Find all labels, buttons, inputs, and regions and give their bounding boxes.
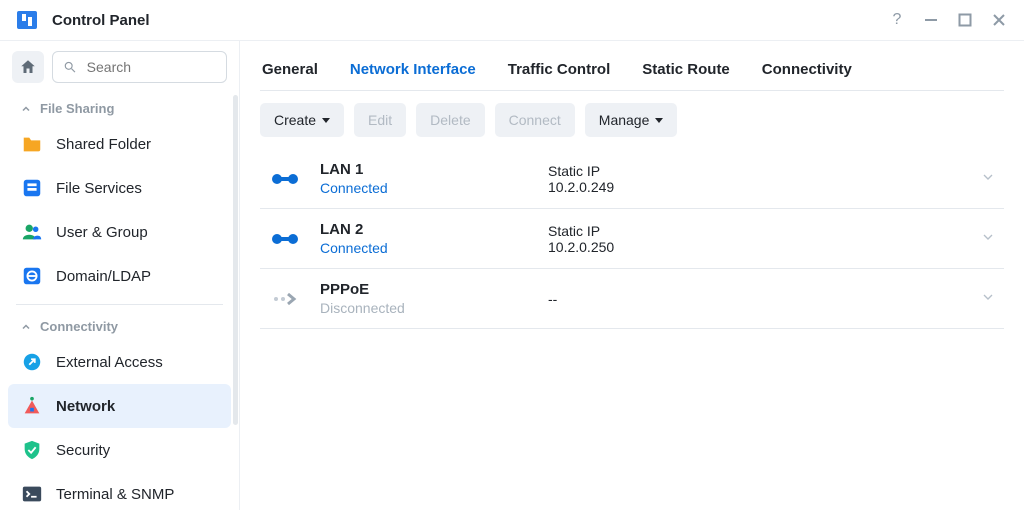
window-title: Control Panel <box>52 12 150 29</box>
home-icon <box>19 58 37 76</box>
interface-status: Connected <box>320 240 530 256</box>
interface-name: LAN 2 <box>320 221 530 238</box>
interface-status: Connected <box>320 180 530 196</box>
sidebar-item-label: User & Group <box>56 224 148 241</box>
titlebar: Control Panel ? <box>0 0 1024 40</box>
interface-status: Disconnected <box>320 300 530 316</box>
shield-icon <box>20 438 44 462</box>
edit-button[interactable]: Edit <box>354 103 406 137</box>
interface-ip: 10.2.0.249 <box>548 179 614 195</box>
sidebar-item-shared-folder[interactable]: Shared Folder <box>8 122 231 166</box>
external-access-icon <box>20 350 44 374</box>
minimize-icon[interactable] <box>920 9 942 31</box>
chevron-down-icon[interactable] <box>980 229 996 248</box>
button-label: Create <box>274 112 316 128</box>
interface-list: LAN 1 Connected Static IP 10.2.0.249 <box>260 149 1004 329</box>
main: General Network Interface Traffic Contro… <box>240 41 1024 510</box>
chevron-down-icon[interactable] <box>980 169 996 188</box>
home-button[interactable] <box>12 51 44 83</box>
interface-ip: 10.2.0.250 <box>548 239 614 255</box>
tab-traffic-control[interactable]: Traffic Control <box>506 55 613 90</box>
sidebar-item-label: Terminal & SNMP <box>56 486 174 503</box>
sidebar-item-label: Domain/LDAP <box>56 268 151 285</box>
sidebar-item-label: Security <box>56 442 110 459</box>
content: File Sharing Shared Folder File Services… <box>0 40 1024 510</box>
search-input[interactable] <box>85 58 216 76</box>
sidebar: File Sharing Shared Folder File Services… <box>0 41 240 510</box>
sidebar-item-external-access[interactable]: External Access <box>8 340 231 384</box>
interface-row[interactable]: LAN 2 Connected Static IP 10.2.0.250 <box>260 209 1004 269</box>
domain-icon <box>20 264 44 288</box>
sidebar-item-user-group[interactable]: User & Group <box>8 210 231 254</box>
interface-name: PPPoE <box>320 281 530 298</box>
sidebar-item-network[interactable]: Network <box>8 384 231 428</box>
interface-row[interactable]: PPPoE Disconnected -- <box>260 269 1004 329</box>
control-panel-icon <box>14 7 40 33</box>
caret-down-icon <box>655 118 663 123</box>
network-icon <box>20 394 44 418</box>
section-divider <box>16 304 223 305</box>
sidebar-item-label: External Access <box>56 354 163 371</box>
interface-type: Static IP <box>548 223 614 239</box>
toolbar: Create Edit Delete Connect Manage <box>260 91 1004 149</box>
tab-bar: General Network Interface Traffic Contro… <box>260 55 1004 91</box>
users-icon <box>20 220 44 244</box>
tab-static-route[interactable]: Static Route <box>640 55 732 90</box>
tab-network-interface[interactable]: Network Interface <box>348 55 478 90</box>
sidebar-item-label: File Services <box>56 180 142 197</box>
button-label: Edit <box>368 112 392 128</box>
search-field[interactable] <box>52 51 227 83</box>
sidebar-item-security[interactable]: Security <box>8 428 231 472</box>
maximize-icon[interactable] <box>954 9 976 31</box>
delete-button[interactable]: Delete <box>416 103 484 137</box>
sidebar-item-domain-ldap[interactable]: Domain/LDAP <box>8 254 231 298</box>
sidebar-item-label: Network <box>56 398 115 415</box>
tab-general[interactable]: General <box>260 55 320 90</box>
help-icon[interactable]: ? <box>886 9 908 31</box>
chevron-down-icon[interactable] <box>980 289 996 308</box>
manage-button[interactable]: Manage <box>585 103 678 137</box>
button-label: Delete <box>430 112 470 128</box>
section-file-sharing[interactable]: File Sharing <box>8 93 231 122</box>
chevron-up-icon <box>20 321 32 333</box>
lan-icon <box>268 170 302 188</box>
pppoe-icon <box>268 290 302 308</box>
folder-icon <box>20 132 44 156</box>
window: Control Panel ? <box>0 0 1024 510</box>
lan-icon <box>268 230 302 248</box>
interface-type: Static IP <box>548 163 614 179</box>
connect-button[interactable]: Connect <box>495 103 575 137</box>
interface-name: LAN 1 <box>320 161 530 178</box>
interface-row[interactable]: LAN 1 Connected Static IP 10.2.0.249 <box>260 149 1004 209</box>
chevron-up-icon <box>20 103 32 115</box>
sidebar-item-label: Shared Folder <box>56 136 151 153</box>
file-services-icon <box>20 176 44 200</box>
create-button[interactable]: Create <box>260 103 344 137</box>
sidebar-item-file-services[interactable]: File Services <box>8 166 231 210</box>
button-label: Connect <box>509 112 561 128</box>
section-connectivity[interactable]: Connectivity <box>8 311 231 340</box>
caret-down-icon <box>322 118 330 123</box>
section-label: File Sharing <box>40 101 114 116</box>
sidebar-item-terminal-snmp[interactable]: Terminal & SNMP <box>8 472 231 516</box>
interface-ip: -- <box>548 291 557 307</box>
button-label: Manage <box>599 112 650 128</box>
section-label: Connectivity <box>40 319 118 334</box>
search-icon <box>63 59 77 75</box>
terminal-icon <box>20 482 44 506</box>
close-icon[interactable] <box>988 9 1010 31</box>
tab-connectivity[interactable]: Connectivity <box>760 55 854 90</box>
